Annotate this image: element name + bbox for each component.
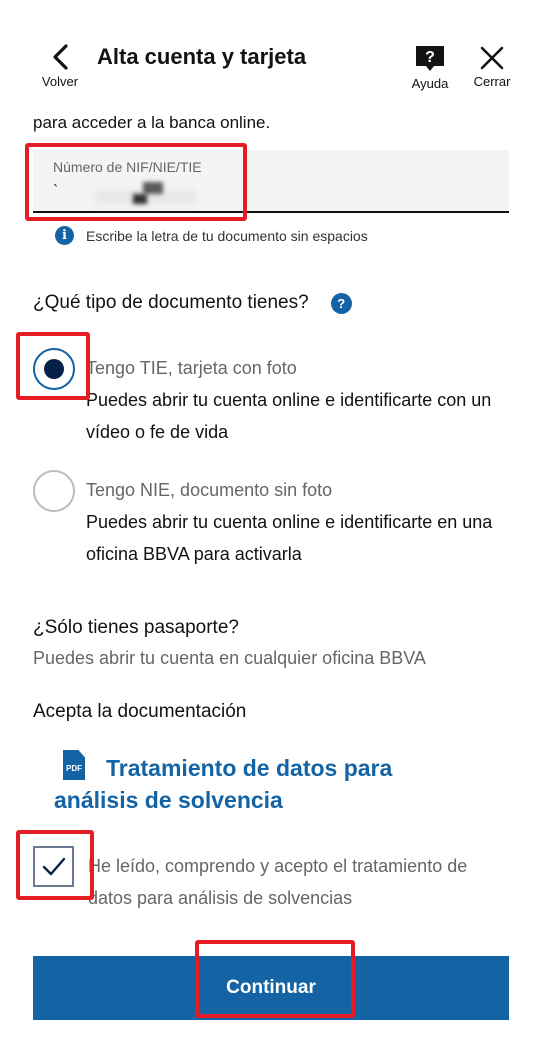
consent-checkbox[interactable]: [33, 846, 74, 887]
help-icon: ?: [416, 46, 444, 71]
info-icon: i: [55, 226, 74, 245]
back-button[interactable]: Volver: [38, 44, 82, 89]
documentation-title: Acepta la documentación: [33, 701, 247, 722]
document-number-field[interactable]: Número de NIF/NIE/TIE: [33, 150, 509, 213]
document-type-question: ¿Qué tipo de documento tienes? ?: [33, 292, 352, 314]
question-help-icon[interactable]: ?: [330, 292, 352, 314]
radio-button[interactable]: [33, 470, 75, 512]
radio-option-description: Puedes abrir tu cuenta online e identifi…: [86, 512, 493, 564]
help-button[interactable]: ? Ayuda: [408, 45, 452, 91]
hint-text: Escribe la letra de tu documento sin esp…: [86, 227, 368, 244]
radio-button-selected[interactable]: [33, 348, 75, 390]
radio-option-title: Tengo TIE, tarjeta con foto: [86, 358, 297, 378]
question-text: ¿Qué tipo de documento tienes?: [33, 292, 309, 313]
close-label: Cerrar: [473, 74, 511, 89]
back-label: Volver: [41, 74, 79, 89]
radio-option-description: Puedes abrir tu cuenta online e identifi…: [86, 390, 492, 442]
close-button[interactable]: Cerrar: [470, 46, 514, 89]
checkmark-icon: [42, 857, 66, 876]
redacted-text: [143, 182, 163, 194]
intro-text: para acceder a la banca online.: [33, 113, 271, 132]
passport-title: ¿Sólo tienes pasaporte?: [33, 617, 239, 638]
chevron-left-icon: [53, 44, 68, 70]
document-number-label: Número de NIF/NIE/TIE: [53, 159, 202, 175]
radio-option-text: Tengo TIE, tarjeta con foto Puedes abrir…: [86, 352, 526, 448]
field-hint: i Escribe la letra de tu documento sin e…: [55, 226, 368, 245]
radio-option-text: Tengo NIE, documento sin foto Puedes abr…: [86, 474, 526, 570]
radio-option-title: Tengo NIE, documento sin foto: [86, 480, 333, 500]
radio-option-tie[interactable]: Tengo TIE, tarjeta con foto Puedes abrir…: [33, 348, 503, 448]
passport-text: Puedes abrir tu cuenta en cualquier ofic…: [33, 648, 426, 668]
radio-option-nie[interactable]: Tengo NIE, documento sin foto Puedes abr…: [33, 470, 503, 570]
page-title: Alta cuenta y tarjeta: [97, 44, 307, 69]
close-icon: [480, 46, 504, 70]
help-label: Ayuda: [411, 76, 449, 91]
svg-text:?: ?: [425, 49, 435, 66]
consent-text: He leído, comprendo y acepto el tratamie…: [88, 856, 468, 908]
solvency-link-text[interactable]: Tratamiento de datos para análisis de so…: [54, 752, 474, 816]
redacted-text: [133, 194, 147, 204]
continue-button[interactable]: Continuar: [33, 956, 509, 1020]
